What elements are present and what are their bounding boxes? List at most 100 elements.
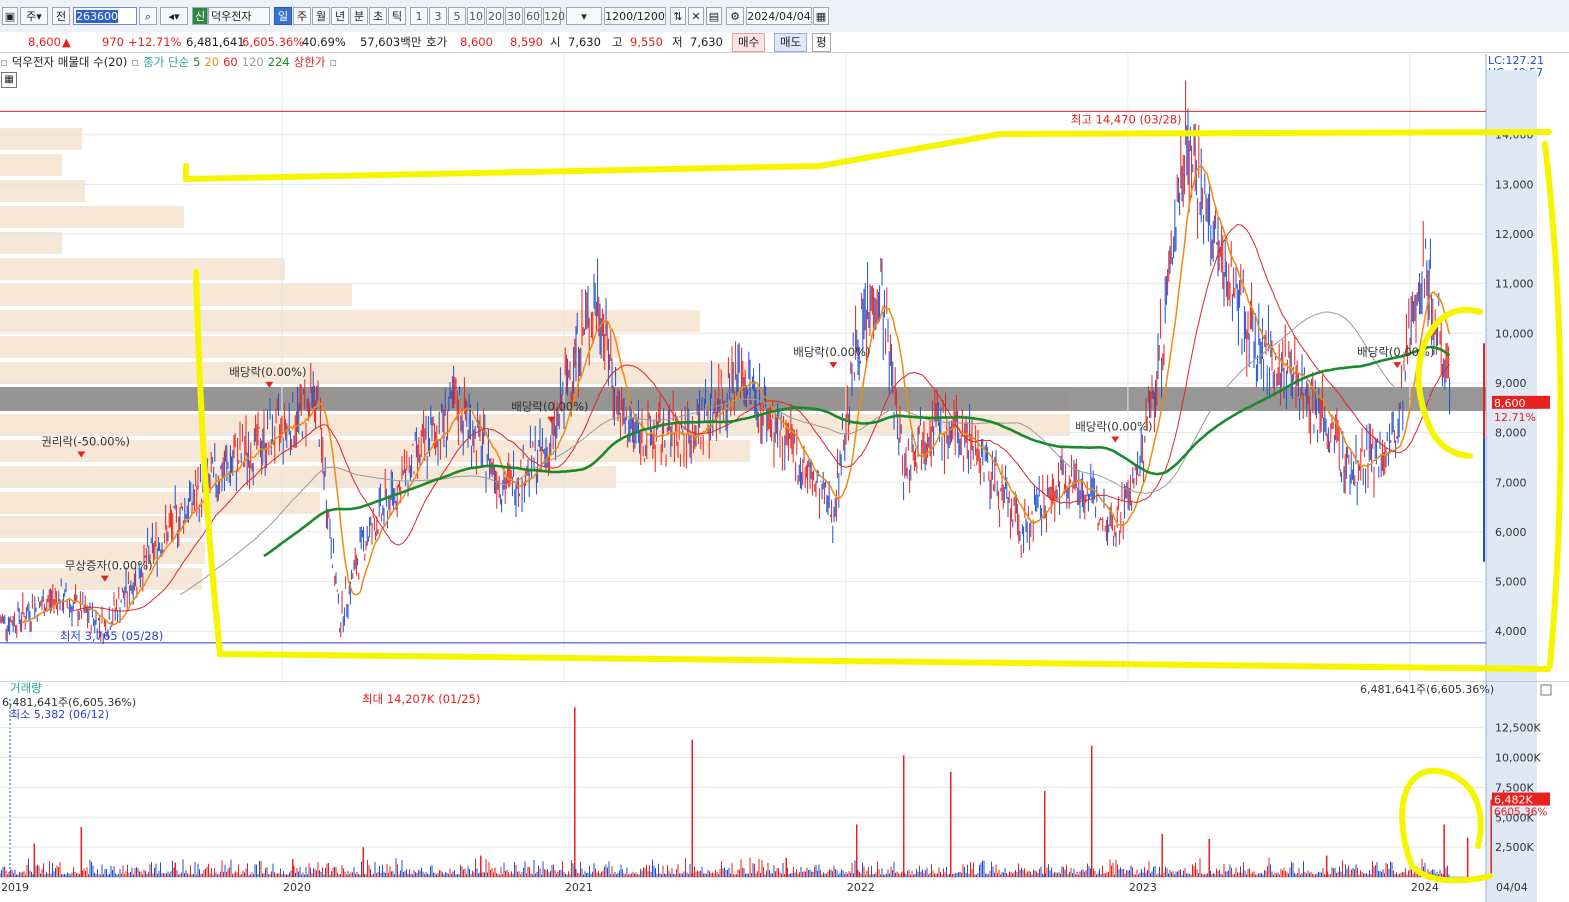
market-label: 주 [26, 10, 37, 23]
stock-name[interactable]: 덕우전자 [208, 7, 270, 25]
volume-value: 6,481,641 [186, 35, 245, 49]
buy-button[interactable]: 매수 [732, 33, 766, 52]
code-value: 263600 [76, 10, 118, 23]
high-annotation: 최고 14,470 (03/28) [1071, 112, 1182, 126]
trade-amount: 57,603백만 [360, 35, 422, 49]
chart-type-icon[interactable]: ⇅ [670, 7, 686, 25]
x-tick-label: 04/04 [1496, 881, 1528, 894]
save-icon[interactable]: ▤ [706, 7, 722, 25]
market-select[interactable]: 주▾ [20, 7, 48, 25]
period-tab[interactable]: 월 [312, 7, 330, 25]
date-input[interactable]: 2024/04/04 [746, 7, 812, 25]
count-label: 1200 [605, 10, 634, 23]
x-tick-label: 2023 [1129, 881, 1157, 894]
period-tab[interactable]: 일 [274, 7, 292, 25]
interval-button[interactable]: 10 [467, 7, 485, 25]
event-annotation: 배당락(0.00%) [1075, 420, 1152, 434]
price-change: 970 [102, 35, 124, 49]
sound-icon[interactable]: ◂▾ [160, 7, 188, 25]
sell-button[interactable]: 매도 [774, 33, 808, 52]
volume-pct: 6,605.36% [242, 35, 305, 49]
count-display[interactable]: 1200/1200 [604, 7, 666, 25]
volume-title: 거래량 [10, 681, 42, 695]
interval-select[interactable]: ▾ [566, 7, 602, 25]
code-input[interactable]: 263600 [73, 7, 137, 25]
event-annotation: 배당락(0.00%) [511, 400, 588, 414]
x-tick-label: 2021 [565, 881, 593, 894]
period-tab[interactable]: 초 [369, 7, 387, 25]
volume-tag: 6,482K [1494, 794, 1533, 807]
y-tick-label: 12,000 [1495, 228, 1534, 241]
bid-label: 호가 [426, 35, 448, 49]
volume-profile-bar [0, 336, 620, 358]
volume-tag-pct: 6605.36% [1494, 807, 1547, 819]
event-arrow-icon [829, 362, 838, 369]
y-tick-label: 8,000 [1495, 427, 1527, 440]
x-tick-label: 2019 [1, 881, 29, 894]
calendar-icon[interactable]: ▦ [813, 7, 829, 25]
price-tag: 8,600 [1494, 397, 1526, 410]
eval-button[interactable]: 평 [812, 33, 831, 52]
interval-button[interactable]: 30 [505, 7, 523, 25]
quote-bar: 8,600 ▲ 970 +12.71% 6,481,641 6,605.36% … [0, 32, 1569, 53]
volume-right-info: 6,481,641주(6,605.36%) [1360, 683, 1494, 696]
price-tag-pct: 12.71% [1494, 411, 1536, 424]
y-tick-label: 12,500K [1495, 722, 1541, 735]
window-icon[interactable]: ▣ [2, 7, 18, 25]
interval-button[interactable]: 20 [486, 7, 504, 25]
high-label: 고 [612, 35, 623, 49]
volume-chart[interactable]: 2,500K5,000K7,500K10,000K12,500K2019 2020… [0, 681, 1569, 902]
low-price: 7,630 [690, 35, 723, 49]
volume-min-label: 최소 5,382 (06/12) [10, 708, 109, 721]
price-axis-bg [1486, 70, 1537, 681]
y-tick-label: 4,000 [1495, 625, 1527, 638]
volume-profile-bar [0, 284, 352, 306]
volume-max-label: 최대 14,207K (01/25) [362, 692, 480, 706]
period-tab[interactable]: 틱 [388, 7, 406, 25]
interval-button[interactable]: 60 [524, 7, 542, 25]
y-tick-label: 10,000 [1495, 327, 1534, 340]
y-tick-label: 11,000 [1495, 278, 1534, 291]
y-tick-label: 9,000 [1495, 377, 1527, 390]
y-tick-label: 7,500K [1495, 781, 1534, 794]
interval-button[interactable]: 120 [543, 7, 565, 25]
gear-icon[interactable]: ⚙ [726, 7, 744, 25]
volume-profile-bar [0, 232, 62, 254]
x-tick-label: 2020 [283, 881, 311, 894]
interval-button[interactable]: 5 [448, 7, 466, 25]
price-chart[interactable]: 4,000 5,000 6,000 7,000 8,000 9,000 10,000 11,0… [0, 54, 1569, 681]
x-tick-label: 2022 [847, 881, 875, 894]
new-badge: 신 [192, 7, 208, 25]
interval-button[interactable]: 1 [410, 7, 428, 25]
event-annotation: 권리락(-50.00%) [41, 434, 130, 448]
search-icon[interactable]: ⌕ [139, 7, 157, 25]
low-label: 저 [672, 35, 683, 49]
event-annotation: 무상증자(0.00%) [65, 559, 153, 573]
period-tab[interactable]: 분 [350, 7, 368, 25]
volume-profile-bar [0, 154, 62, 176]
y-tick-label: 7,000 [1495, 476, 1527, 489]
low-annotation: 최저 3,765 (05/28) [60, 629, 164, 643]
bid-price-2: 8,590 [510, 35, 543, 49]
volume-profile-bar [0, 258, 285, 280]
volume-profile-bar [0, 492, 320, 514]
volume-profile-bar [0, 362, 748, 384]
period-tab[interactable]: 년 [331, 7, 349, 25]
period-tab[interactable]: 주 [293, 7, 311, 25]
interval-button[interactable]: 3 [429, 7, 447, 25]
bid-price-1: 8,600 [460, 35, 493, 49]
y-tick-label: 6,000 [1495, 526, 1527, 539]
x-tick-label: 2024 [1411, 881, 1439, 894]
toolbar: ▣ 주▾ 전 263600 ⌕ ◂▾ 신 덕우전자 일주월년분초틱 1 3 5 10 2… [0, 0, 1569, 33]
turnover: 40.69% [302, 35, 346, 49]
open-price: 7,630 [568, 35, 601, 49]
all-button[interactable]: 전 [52, 7, 70, 25]
y-tick-label: 5,000 [1495, 576, 1527, 589]
event-arrow-icon [1393, 362, 1402, 369]
count-total: /1200 [633, 10, 665, 23]
event-arrow-icon [1111, 436, 1120, 443]
volume-profile-bar [0, 180, 85, 202]
cross-icon[interactable]: ✕ [688, 7, 704, 25]
event-annotation: 배당락(0.00%) [793, 345, 870, 359]
high-price: 9,550 [630, 35, 663, 49]
